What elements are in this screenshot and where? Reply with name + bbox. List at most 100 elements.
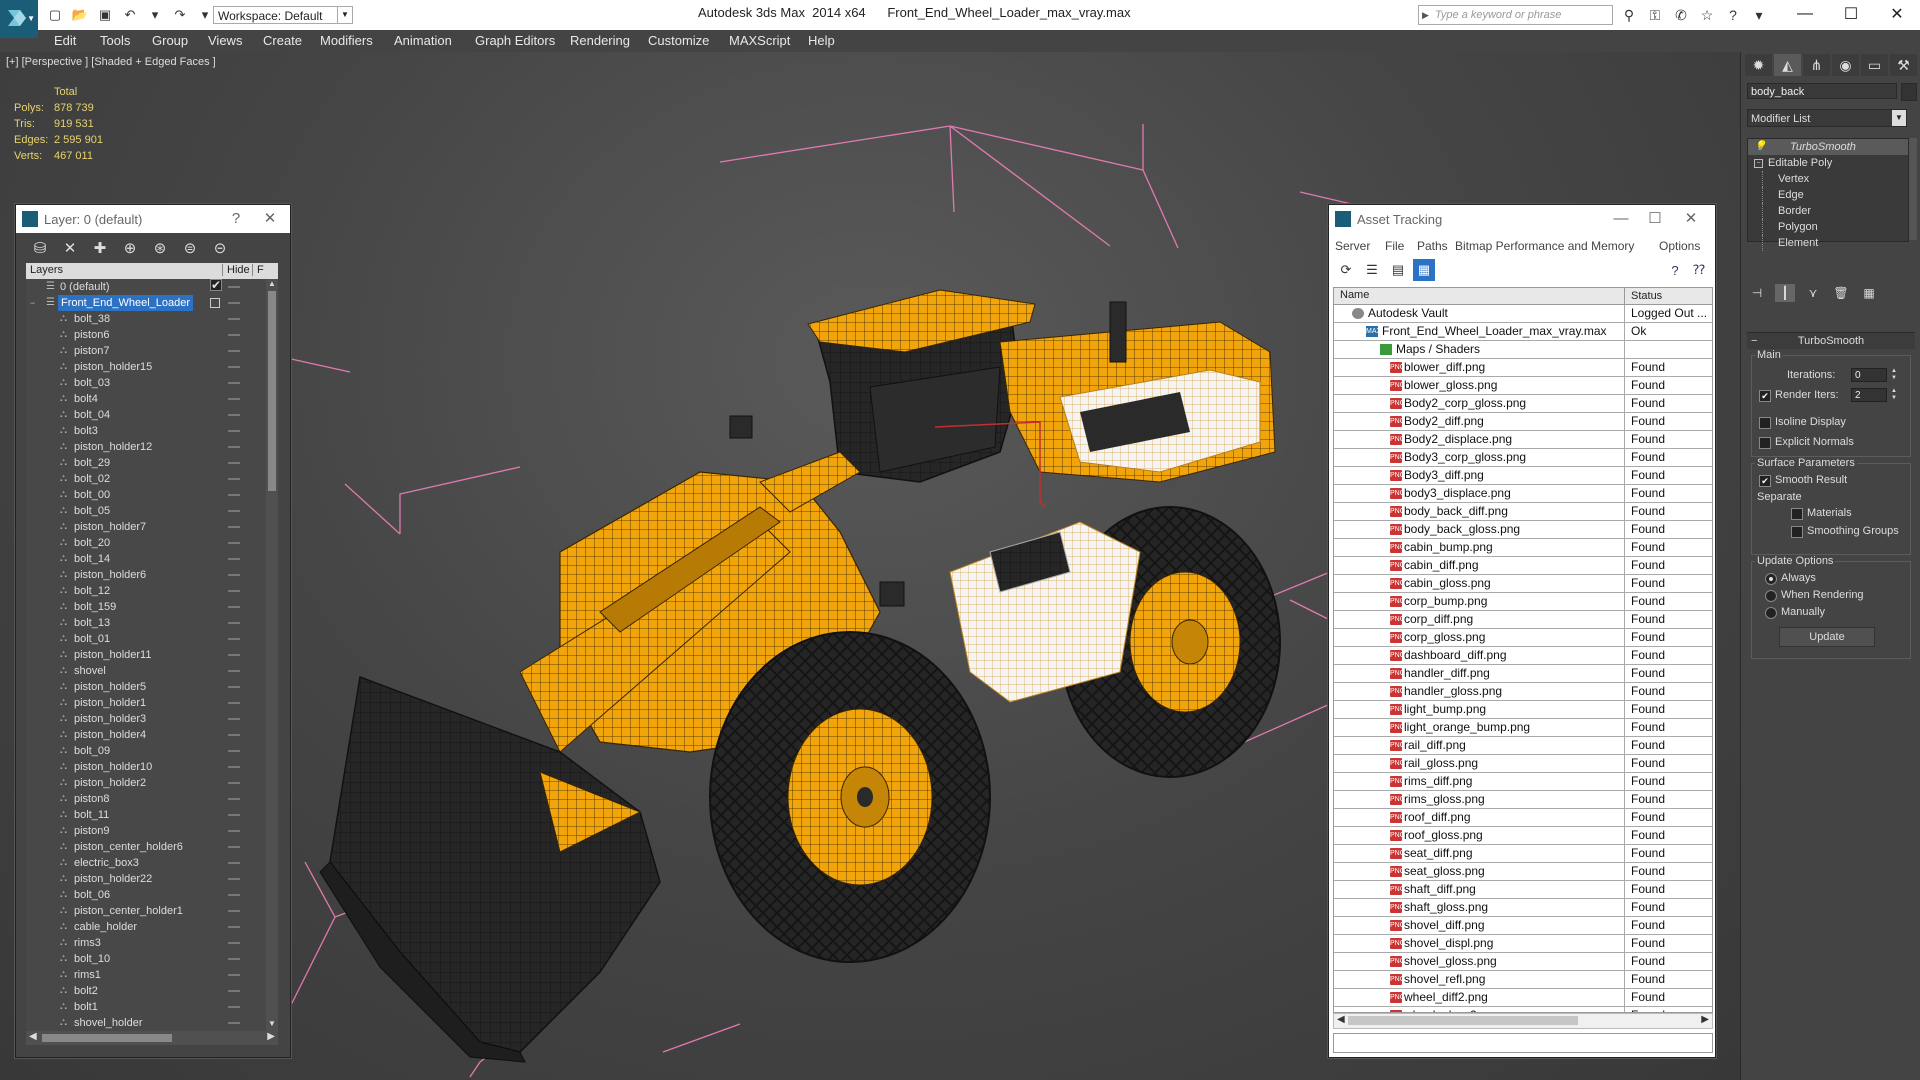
when-rendering-radio[interactable]: [1765, 590, 1777, 602]
layer-help-button[interactable]: ?: [226, 209, 246, 229]
layer-object-row[interactable]: ⛬ piston_holder5: [26, 679, 266, 695]
hide-toggle[interactable]: [228, 590, 240, 592]
app-menu-button[interactable]: ▼: [0, 0, 38, 38]
asset-map-row[interactable]: PNG shaft_gloss.png Found: [1334, 899, 1712, 917]
layer-row-active[interactable]: − ☰ Front_End_Wheel_Loader: [26, 295, 266, 311]
stack-scrollbar[interactable]: [1909, 138, 1917, 240]
asset-map-row[interactable]: PNG body3_displace.png Found: [1334, 485, 1712, 503]
layer-object-row[interactable]: ⛬ rims3: [26, 935, 266, 951]
asset-window-titlebar[interactable]: Asset Tracking — ☐ ✕: [1329, 205, 1715, 233]
asset-map-row[interactable]: PNG shovel_diff.png Found: [1334, 917, 1712, 935]
stack-subobject-vertex[interactable]: Vertex: [1748, 171, 1908, 187]
hide-toggle[interactable]: [228, 942, 240, 944]
menu-animation[interactable]: Animation: [394, 33, 452, 48]
layer-object-row[interactable]: ⛬ piston8: [26, 791, 266, 807]
isoline-checkbox[interactable]: [1759, 417, 1771, 429]
hide-toggle[interactable]: [228, 862, 240, 864]
layer-object-row[interactable]: ⛬ piston_holder10: [26, 759, 266, 775]
scroll-left-icon[interactable]: ◀: [29, 1031, 37, 1042]
layer-object-row[interactable]: ⛬ bolt_00: [26, 487, 266, 503]
help-icon[interactable]: ?: [1665, 259, 1685, 281]
layer-object-row[interactable]: ⛬ piston_holder22: [26, 871, 266, 887]
asset-map-row[interactable]: PNG shovel_displ.png Found: [1334, 935, 1712, 953]
layer-object-row[interactable]: ⛬ bolt_29: [26, 455, 266, 471]
stack-subobject-element[interactable]: Element: [1748, 235, 1908, 251]
create-layer-icon[interactable]: ⛁: [28, 237, 52, 259]
asset-map-row[interactable]: PNG rail_gloss.png Found: [1334, 755, 1712, 773]
asset-map-row[interactable]: PNG cabin_gloss.png Found: [1334, 575, 1712, 593]
hide-toggle[interactable]: [228, 670, 240, 672]
update-button[interactable]: Update: [1779, 627, 1875, 647]
undo-dropdown-icon[interactable]: ▾: [144, 6, 166, 24]
search-input[interactable]: ▶ Type a keyword or phrase: [1418, 5, 1613, 25]
hide-toggle[interactable]: [228, 686, 240, 688]
asset-map-row[interactable]: PNG corp_gloss.png Found: [1334, 629, 1712, 647]
hide-toggle[interactable]: [228, 798, 240, 800]
highlight-layer-icon[interactable]: ⊛: [148, 237, 172, 259]
manually-radio[interactable]: [1765, 607, 1777, 619]
asset-map-row[interactable]: PNG corp_diff.png Found: [1334, 611, 1712, 629]
collapse-icon[interactable]: −: [30, 295, 40, 311]
scroll-thumb[interactable]: [1348, 1016, 1578, 1025]
layer-object-row[interactable]: ⛬ piston_holder7: [26, 519, 266, 535]
hide-toggle[interactable]: [228, 398, 240, 400]
layer-object-row[interactable]: ⛬ bolt_10: [26, 951, 266, 967]
new-file-icon[interactable]: ▢: [44, 6, 66, 24]
modifier-stack[interactable]: 💡 TurboSmooth − Editable Poly Vertex Edg…: [1747, 138, 1909, 251]
layer-object-row[interactable]: ⛬ bolt_03: [26, 375, 266, 391]
scroll-left-icon[interactable]: ◀: [1337, 1014, 1345, 1025]
hide-all-icon[interactable]: ⊜: [178, 237, 202, 259]
col-freeze[interactable]: F: [252, 264, 264, 276]
hide-toggle[interactable]: [228, 430, 240, 432]
layer-object-row[interactable]: ⛬ rims1: [26, 967, 266, 983]
hide-toggle[interactable]: [228, 766, 240, 768]
communication-icon[interactable]: ✆: [1670, 5, 1692, 25]
spinner-arrows-icon[interactable]: ▲ ▼: [1889, 368, 1899, 382]
render-iters-checkbox[interactable]: ✔: [1759, 390, 1771, 402]
menu-customize[interactable]: Customize: [648, 33, 709, 48]
asset-map-row[interactable]: PNG corp_bump.png Found: [1334, 593, 1712, 611]
object-name-field[interactable]: body_back: [1747, 83, 1897, 99]
favorites-star-icon[interactable]: ☆: [1696, 5, 1718, 25]
hide-toggle[interactable]: [228, 1022, 240, 1024]
minimize-button[interactable]: —: [1782, 0, 1828, 28]
asset-map-row[interactable]: PNG Body3_diff.png Found: [1334, 467, 1712, 485]
layer-object-row[interactable]: ⛬ piston7: [26, 343, 266, 359]
layer-object-row[interactable]: ⛬ cable_holder: [26, 919, 266, 935]
layer-object-row[interactable]: ⛬ piston_holder11: [26, 647, 266, 663]
layer-object-row[interactable]: ⛬ piston6: [26, 327, 266, 343]
scroll-down-icon[interactable]: ▼: [266, 1019, 278, 1031]
asset-path-field[interactable]: [1333, 1033, 1713, 1053]
hide-toggle[interactable]: [228, 318, 240, 320]
hide-toggle[interactable]: [228, 718, 240, 720]
asset-map-row[interactable]: PNG seat_gloss.png Found: [1334, 863, 1712, 881]
menu-tools[interactable]: Tools: [100, 33, 130, 48]
select-objects-icon[interactable]: ⊕: [118, 237, 142, 259]
add-to-layer-icon[interactable]: ✚: [88, 237, 112, 259]
hierarchy-tab-icon[interactable]: ⋔: [1803, 54, 1830, 76]
workspace-dropdown[interactable]: Workspace: Default ▼: [213, 6, 353, 24]
asset-menu-file[interactable]: File: [1385, 239, 1404, 253]
layer-object-row[interactable]: ⛬ bolt_02: [26, 471, 266, 487]
menu-graph-editors[interactable]: Graph Editors: [475, 33, 555, 48]
layer-row-default[interactable]: ☰ 0 (default) ✔: [26, 279, 266, 295]
layer-object-row[interactable]: ⛬ bolt_13: [26, 615, 266, 631]
binoculars-icon[interactable]: ⚲: [1618, 5, 1640, 25]
asset-table[interactable]: Name Status Autodesk Vault Logged Out ..…: [1333, 287, 1713, 1013]
layer-object-row[interactable]: ⛬ bolt_05: [26, 503, 266, 519]
layer-object-row[interactable]: ⛬ shovel: [26, 663, 266, 679]
layer-object-row[interactable]: ⛬ piston_holder1: [26, 695, 266, 711]
hide-toggle[interactable]: [228, 334, 240, 336]
smooth-result-checkbox[interactable]: ✔: [1759, 475, 1771, 487]
asset-map-row[interactable]: PNG dashboard_diff.png Found: [1334, 647, 1712, 665]
asset-map-row[interactable]: PNG rims_gloss.png Found: [1334, 791, 1712, 809]
asset-map-row[interactable]: PNG rims_diff.png Found: [1334, 773, 1712, 791]
asset-map-row[interactable]: PNG body_back_gloss.png Found: [1334, 521, 1712, 539]
table-view-icon[interactable]: ▦: [1413, 259, 1435, 281]
hide-toggle[interactable]: [228, 830, 240, 832]
freeze-all-icon[interactable]: ⊝: [208, 237, 232, 259]
layer-object-row[interactable]: ⛬ piston_center_holder1: [26, 903, 266, 919]
iterations-spinner[interactable]: 0: [1851, 368, 1887, 382]
whats-this-icon[interactable]: ⁇: [1689, 259, 1709, 281]
asset-map-row[interactable]: PNG blower_gloss.png Found: [1334, 377, 1712, 395]
